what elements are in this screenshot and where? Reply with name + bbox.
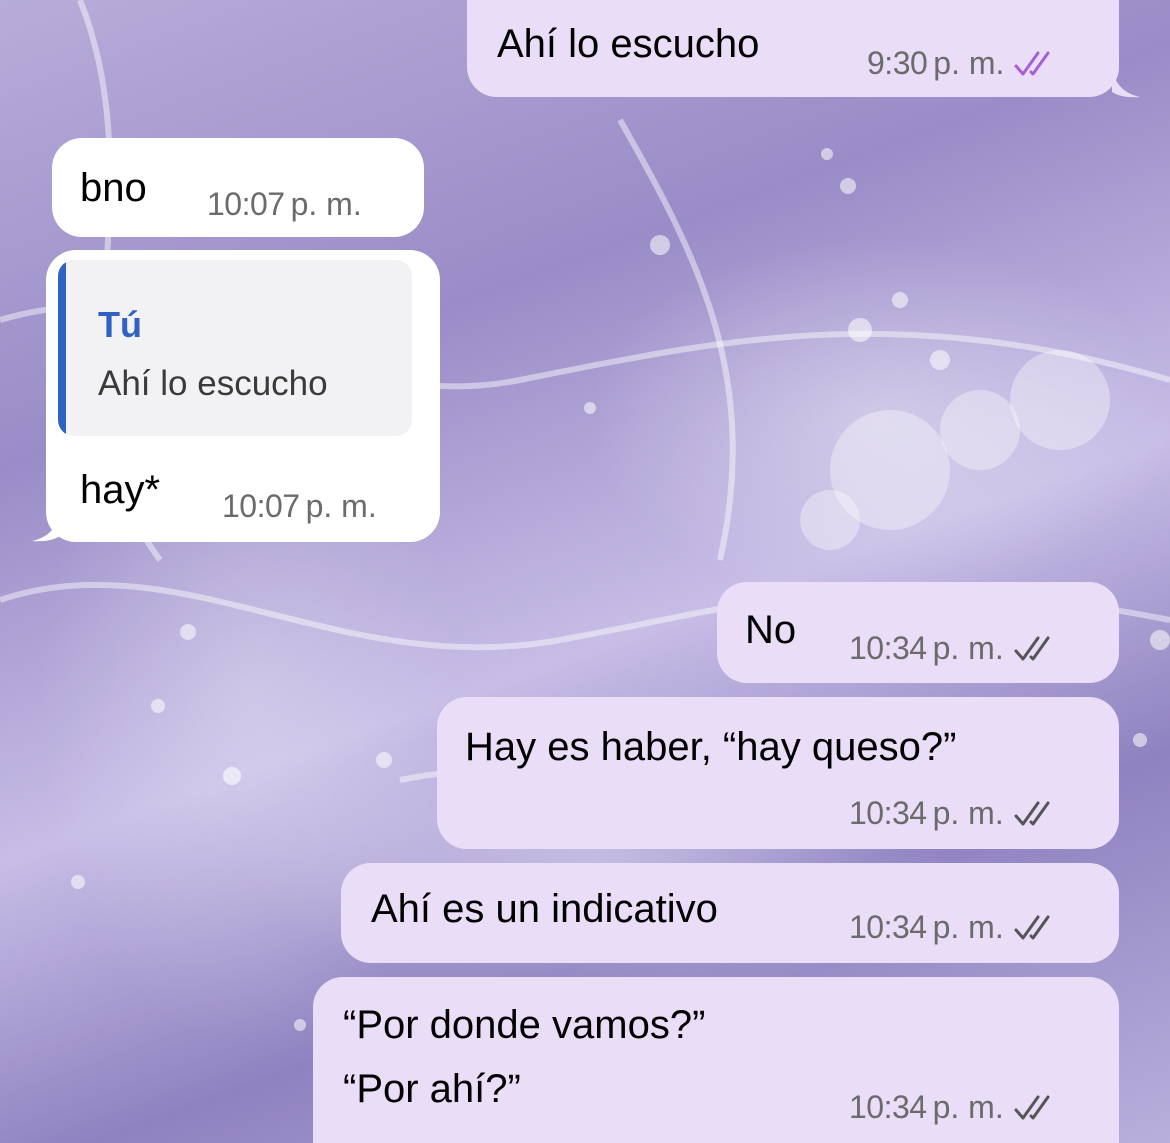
quoted-message[interactable]: Tú Ahí lo escucho xyxy=(58,260,412,436)
outgoing-message[interactable]: No 10:34 p. m. xyxy=(717,582,1119,683)
message-text: Ahí lo escucho xyxy=(497,22,760,66)
delivered-checkmark-icon xyxy=(1014,1095,1050,1119)
message-time: 10:34 xyxy=(849,795,927,831)
message-meta: 10:07 p. m. xyxy=(222,488,377,525)
bubble-tail xyxy=(32,514,60,542)
message-text: No xyxy=(745,608,797,652)
read-checkmark-icon xyxy=(1014,51,1050,75)
message-text: Hay es haber, “hay queso?” xyxy=(465,725,957,769)
outgoing-message[interactable]: “Por donde vamos?” “Por ahí?” 10:34 p. m… xyxy=(313,977,1119,1143)
message-time: 10:34 xyxy=(849,630,927,666)
message-ampm: p. m. xyxy=(932,630,1004,666)
message-time: 10:34 xyxy=(849,909,927,945)
quote-text: Ahí lo escucho xyxy=(98,364,328,403)
delivered-checkmark-icon xyxy=(1014,801,1050,825)
message-text: hay* xyxy=(80,468,161,512)
bubble-tail xyxy=(1112,70,1140,98)
message-ampm: p. m. xyxy=(290,186,362,222)
message-time: 10:07 xyxy=(222,488,300,524)
delivered-checkmark-icon xyxy=(1014,636,1050,660)
incoming-message[interactable]: bno 10:07 p. m. xyxy=(52,138,424,237)
message-text-line1: “Por donde vamos?” xyxy=(343,1003,706,1047)
delivered-checkmark-icon xyxy=(1014,915,1050,939)
message-time: 10:07 xyxy=(207,186,285,222)
message-meta: 10:34 p. m. xyxy=(849,630,1060,667)
message-ampm: p. m. xyxy=(933,45,1005,81)
message-ampm: p. m. xyxy=(932,795,1004,831)
message-meta: 10:34 p. m. xyxy=(849,909,1060,946)
outgoing-message[interactable]: Hay es haber, “hay queso?” 10:34 p. m. xyxy=(437,697,1119,849)
message-text: bno xyxy=(80,166,147,210)
message-meta: 10:07 p. m. xyxy=(207,186,362,223)
incoming-reply-message[interactable]: Tú Ahí lo escucho hay* 10:07 p. m. xyxy=(46,250,440,542)
message-meta: 9:30 p. m. xyxy=(867,45,1060,82)
outgoing-message[interactable]: Ahí es un indicativo 10:34 p. m. xyxy=(341,863,1119,963)
message-time: 9:30 xyxy=(867,45,928,81)
message-ampm: p. m. xyxy=(932,909,1004,945)
quote-accent-bar xyxy=(58,260,66,436)
quote-author: Tú xyxy=(98,304,142,345)
message-time: 10:34 xyxy=(849,1089,927,1125)
message-meta: 10:34 p. m. xyxy=(849,1089,1060,1126)
message-text-line2: “Por ahí?” xyxy=(343,1067,521,1111)
message-ampm: p. m. xyxy=(932,1089,1004,1125)
message-text: Ahí es un indicativo xyxy=(371,887,718,931)
message-ampm: p. m. xyxy=(305,488,377,524)
outgoing-message[interactable]: Ahí lo escucho 9:30 p. m. xyxy=(467,0,1119,97)
message-meta: 10:34 p. m. xyxy=(849,795,1060,832)
